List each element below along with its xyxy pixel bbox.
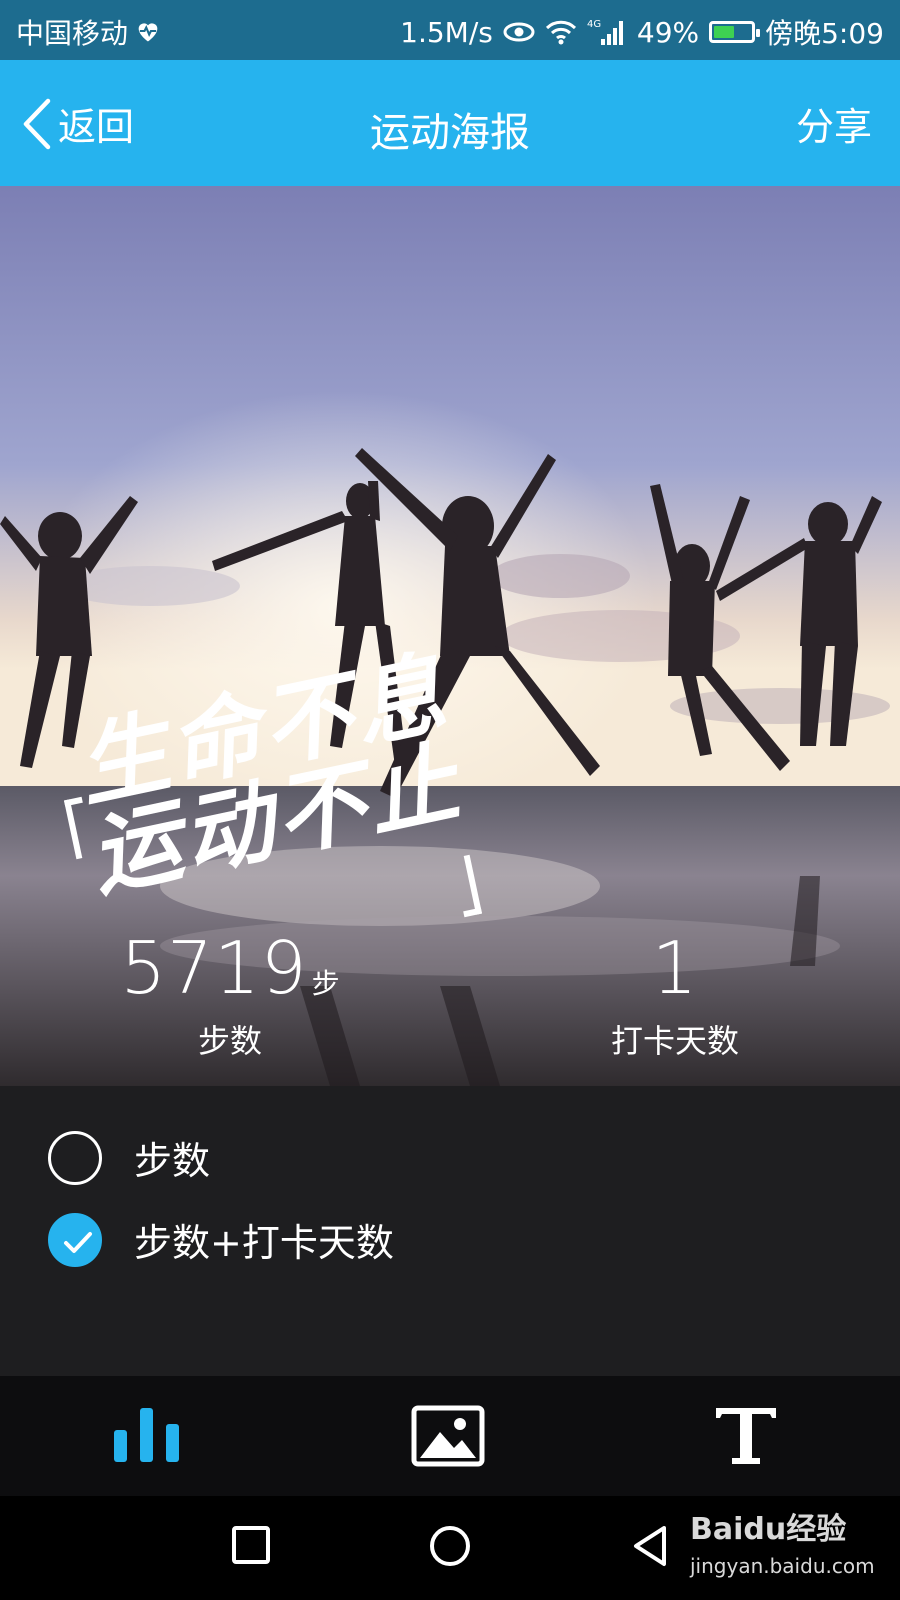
status-right: 1.5M/s 4G 49% 傍晚5:09 bbox=[400, 12, 884, 52]
option-label: 步数 bbox=[134, 1139, 211, 1183]
image-icon bbox=[411, 1405, 485, 1467]
signal-icon: 4G bbox=[587, 17, 627, 47]
app-bar: 返回 运动海报 分享 bbox=[0, 60, 900, 186]
status-left: 中国移动 bbox=[16, 12, 162, 52]
system-nav-bar: Baidu经验 jingyan.baidu.com bbox=[0, 1496, 900, 1600]
battery-fill bbox=[714, 26, 734, 38]
network-type: 4G bbox=[587, 19, 601, 30]
checkin-days-value: 1 bbox=[651, 926, 699, 1010]
radio-unchecked-icon[interactable] bbox=[48, 1130, 102, 1185]
chart-icon bbox=[114, 1408, 179, 1462]
heart-pulse-icon bbox=[134, 17, 162, 47]
home-icon[interactable] bbox=[428, 1524, 472, 1568]
battery-percent: 49% bbox=[636, 15, 700, 49]
carrier-name: 中国移动 bbox=[16, 17, 129, 50]
display-options: 步数 步数+打卡天数 bbox=[0, 1086, 900, 1376]
image-tool-button[interactable] bbox=[410, 1404, 490, 1468]
chart-tool-button[interactable] bbox=[108, 1404, 188, 1468]
checkmark-icon bbox=[64, 1231, 92, 1253]
checkin-days-label: 打卡天数 bbox=[610, 1022, 739, 1060]
steps-unit: 步 bbox=[311, 967, 340, 1000]
network-speed: 1.5M/s bbox=[400, 15, 493, 49]
steps-label: 步数 bbox=[197, 1022, 262, 1060]
text-tool-button[interactable] bbox=[712, 1404, 792, 1468]
recent-apps-icon[interactable] bbox=[230, 1524, 274, 1568]
watermark: Baidu经验 jingyan.baidu.com bbox=[690, 1504, 875, 1578]
back-triangle-icon[interactable] bbox=[630, 1524, 674, 1568]
option-steps[interactable]: 步数 bbox=[48, 1130, 210, 1185]
watermark-brand: Baidu经验 bbox=[690, 1512, 847, 1547]
status-bar: 中国移动 1.5M/s 4G 49% 傍晚5:09 bbox=[0, 0, 900, 60]
option-label: 步数+打卡天数 bbox=[134, 1221, 394, 1265]
checkin-days-stat: 1 打卡天数 bbox=[600, 926, 750, 1062]
editor-toolbar bbox=[0, 1376, 900, 1496]
text-icon bbox=[716, 1408, 776, 1464]
battery-icon bbox=[709, 21, 761, 43]
share-button[interactable]: 分享 bbox=[796, 96, 872, 151]
clock: 傍晚5:09 bbox=[765, 17, 884, 50]
wifi-icon bbox=[545, 17, 577, 47]
steps-value: 5719 bbox=[120, 926, 308, 1010]
watermark-url: jingyan.baidu.com bbox=[690, 1554, 875, 1578]
poster-preview: 生命不息 运动不止 5719 步 步数 1 打卡天数 bbox=[0, 186, 900, 1086]
radio-checked-icon[interactable] bbox=[48, 1212, 102, 1267]
steps-stat: 5719 步 步数 bbox=[120, 926, 340, 1062]
page-title: 运动海报 bbox=[370, 110, 530, 156]
option-steps-and-days[interactable]: 步数+打卡天数 bbox=[48, 1212, 394, 1267]
eye-icon bbox=[503, 17, 535, 47]
screen: 中国移动 1.5M/s 4G 49% 傍晚5:09 返回 运动海报 分享 生命不… bbox=[0, 0, 900, 1600]
